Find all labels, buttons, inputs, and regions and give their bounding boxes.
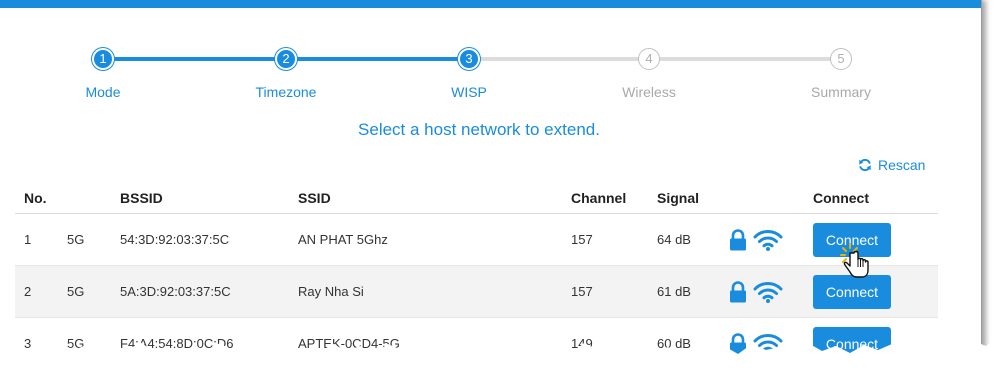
row-bssid: 5A:3D:92:03:37:5C — [120, 284, 231, 299]
step-label: WISP — [451, 84, 487, 100]
step-number: 1 — [92, 48, 114, 70]
row-security-indicators — [729, 280, 783, 303]
row-number: 1 — [24, 232, 32, 247]
header-bssid: BSSID — [120, 189, 163, 206]
row-band: 5G — [67, 284, 85, 299]
step-number: 4 — [638, 48, 660, 70]
row-number: 2 — [24, 284, 32, 299]
step-number: 2 — [275, 48, 297, 70]
wifi-icon — [753, 281, 783, 303]
page-subtitle: Select a host network to extend. — [358, 120, 600, 139]
step-mode[interactable]: 1 Mode — [23, 48, 183, 100]
row-signal: 61 dB — [657, 284, 691, 299]
step-label: Mode — [85, 84, 121, 100]
torn-edge-decoration — [0, 338, 997, 377]
row-security-indicators — [729, 228, 783, 251]
header-signal: Signal — [657, 189, 700, 206]
hand-pointer-icon — [840, 243, 869, 278]
table-row: 1 5G 54:3D:92:03:37:5C AN PHAT 5Ghz 157 … — [15, 214, 938, 266]
header-channel: Channel — [571, 189, 627, 206]
wifi-icon — [753, 229, 783, 251]
rescan-label: Rescan — [878, 157, 926, 173]
wizard-stepper: 1 Mode 2 Timezone 3 WISP 4 Wireless 5 Su… — [0, 44, 981, 104]
table-header: No. BSSID SSID Channel Signal Connect — [15, 182, 938, 214]
row-signal: 64 dB — [657, 232, 691, 247]
step-number: 3 — [458, 48, 480, 70]
step-timezone[interactable]: 2 Timezone — [206, 48, 366, 100]
step-number: 5 — [830, 48, 852, 70]
row-ssid: Ray Nha Si — [298, 284, 364, 299]
header-connect: Connect — [813, 189, 869, 206]
rescan-button[interactable]: Rescan — [858, 157, 925, 173]
row-band: 5G — [67, 232, 85, 247]
refresh-icon — [859, 158, 871, 172]
top-accent-bar — [0, 0, 981, 8]
lock-icon — [730, 228, 746, 250]
lock-icon — [730, 280, 746, 302]
step-wireless[interactable]: 4 Wireless — [569, 48, 729, 100]
step-label: Timezone — [255, 84, 317, 100]
wizard-window: 1 Mode 2 Timezone 3 WISP 4 Wireless 5 Su… — [0, 0, 982, 377]
header-ssid: SSID — [298, 189, 331, 206]
row-ssid: AN PHAT 5Ghz — [298, 232, 388, 247]
step-label: Summary — [811, 84, 871, 100]
row-bssid: 54:3D:92:03:37:5C — [120, 232, 230, 247]
header-no: No. — [24, 189, 47, 206]
step-summary[interactable]: 5 Summary — [761, 48, 921, 100]
row-channel: 157 — [571, 284, 593, 299]
step-label: Wireless — [622, 84, 676, 100]
step-wisp[interactable]: 3 WISP — [389, 48, 549, 100]
row-channel: 157 — [571, 232, 593, 247]
table-row: 2 5G 5A:3D:92:03:37:5C Ray Nha Si 157 61… — [15, 266, 938, 318]
